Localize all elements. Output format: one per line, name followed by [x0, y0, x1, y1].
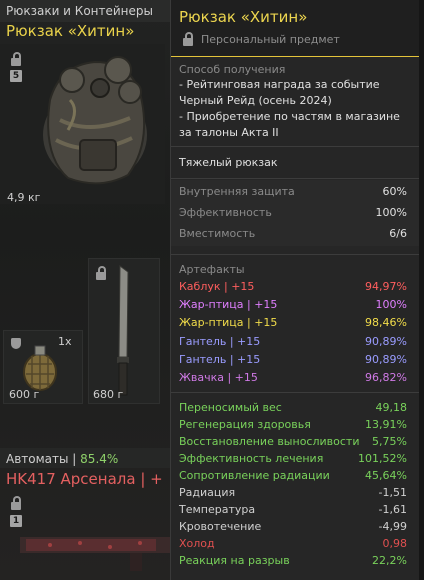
stat-value: 100% — [375, 206, 407, 219]
divider — [171, 178, 419, 179]
effect-value: -1,61 — [378, 503, 407, 516]
source-line: за талоны Акта II — [179, 126, 279, 139]
effect-label: Холод — [179, 537, 215, 550]
grenade-weight: 600 г — [9, 388, 40, 401]
artifact-value: 94,97% — [365, 280, 407, 293]
lock-icon — [183, 32, 193, 46]
grenade-image — [23, 345, 57, 391]
artifact-label: Каблук | +15 — [179, 280, 255, 293]
lock-icon — [11, 496, 21, 510]
effect-value: 5,75% — [372, 435, 407, 448]
weapons-percent: 85.4% — [80, 452, 119, 466]
item-tooltip: Рюкзак «Хитин» Персональный предмет Спос… — [170, 0, 419, 580]
stat-value: 60% — [382, 185, 407, 198]
inventory-panel: Рюкзаки и Контейнеры Рюкзак «Хитин» 5 4,… — [0, 0, 170, 580]
effect-label: Кровотечение — [179, 520, 262, 533]
artifact-label: Жар-птица | +15 — [179, 298, 278, 312]
stat-value: 6/6 — [389, 227, 407, 240]
source-line: - Рейтинговая награда за событие — [179, 78, 380, 91]
artifact-label: Гантель | +15 — [179, 334, 261, 348]
tooltip-title: Рюкзак «Хитин» — [179, 8, 308, 26]
effect-label: Переносимый вес — [179, 401, 282, 414]
backpack-weight: 4,9 кг — [7, 191, 41, 204]
effect-label: Сопротивление радиации — [179, 469, 330, 482]
effect-label: Регенерация здоровья — [179, 418, 311, 431]
effect-label: Реакция на разрыв — [179, 554, 290, 567]
lock-icon — [96, 266, 106, 280]
effect-label: Радиация — [179, 486, 236, 499]
backpack-image — [43, 56, 147, 185]
artifact-label: Гантель | +15 — [179, 352, 261, 366]
rifle-image — [20, 537, 170, 571]
artifact-value: 100% — [375, 298, 407, 312]
tooltip-header: Рюкзак «Хитин» Персональный предмет — [171, 0, 419, 57]
weapons-category-label: Автоматы | — [6, 452, 77, 466]
stat-label: Вместимость — [179, 227, 256, 240]
machete-image — [117, 265, 129, 396]
artifact-value: 96,82% — [365, 371, 407, 384]
effect-label: Восстановление выносливости — [179, 435, 360, 448]
item-name[interactable]: Рюкзак «Хитин» — [6, 22, 134, 40]
artifact-label: Жвачка | +15 — [179, 371, 258, 384]
effect-value: 13,91% — [365, 418, 407, 431]
source-line: Черный Рейд (осень 2024) — [179, 94, 332, 107]
effect-value: 22,2% — [372, 554, 407, 567]
divider — [171, 146, 419, 147]
gun-name[interactable]: HK417 Арсенала | + — [6, 470, 163, 488]
divider — [171, 254, 419, 255]
effect-value: -4,99 — [378, 520, 407, 533]
artifacts-heading: Артефакты — [179, 263, 245, 276]
stat-label: Внутренняя защита — [179, 185, 295, 198]
item-type: Тяжелый рюкзак — [179, 156, 278, 169]
artifact-value: 90,89% — [365, 352, 407, 366]
effect-value: 101,52% — [358, 452, 407, 465]
effect-value: 0,98 — [382, 537, 408, 550]
artifact-value: 98,46% — [365, 316, 407, 330]
effect-value: 45,64% — [365, 469, 407, 482]
effect-label: Температура — [179, 503, 256, 516]
tooltip-subtitle: Персональный предмет — [201, 33, 340, 46]
stat-label: Эффективность — [179, 206, 272, 219]
machete-weight: 680 г — [93, 388, 124, 401]
source-line: - Приобретение по частям в магазине — [179, 110, 400, 123]
artifact-value: 90,89% — [365, 334, 407, 348]
effect-value: -1,51 — [378, 486, 407, 499]
divider — [171, 392, 419, 393]
weapons-category: Автоматы | 85.4% — [6, 452, 118, 466]
effect-value: 49,18 — [375, 401, 408, 414]
source-heading: Способ получения — [179, 63, 286, 76]
effect-label: Эффективность лечения — [179, 452, 324, 465]
artifact-label: Жар-птица | +15 — [179, 316, 278, 330]
category-title: Рюкзаки и Контейнеры — [6, 4, 153, 18]
